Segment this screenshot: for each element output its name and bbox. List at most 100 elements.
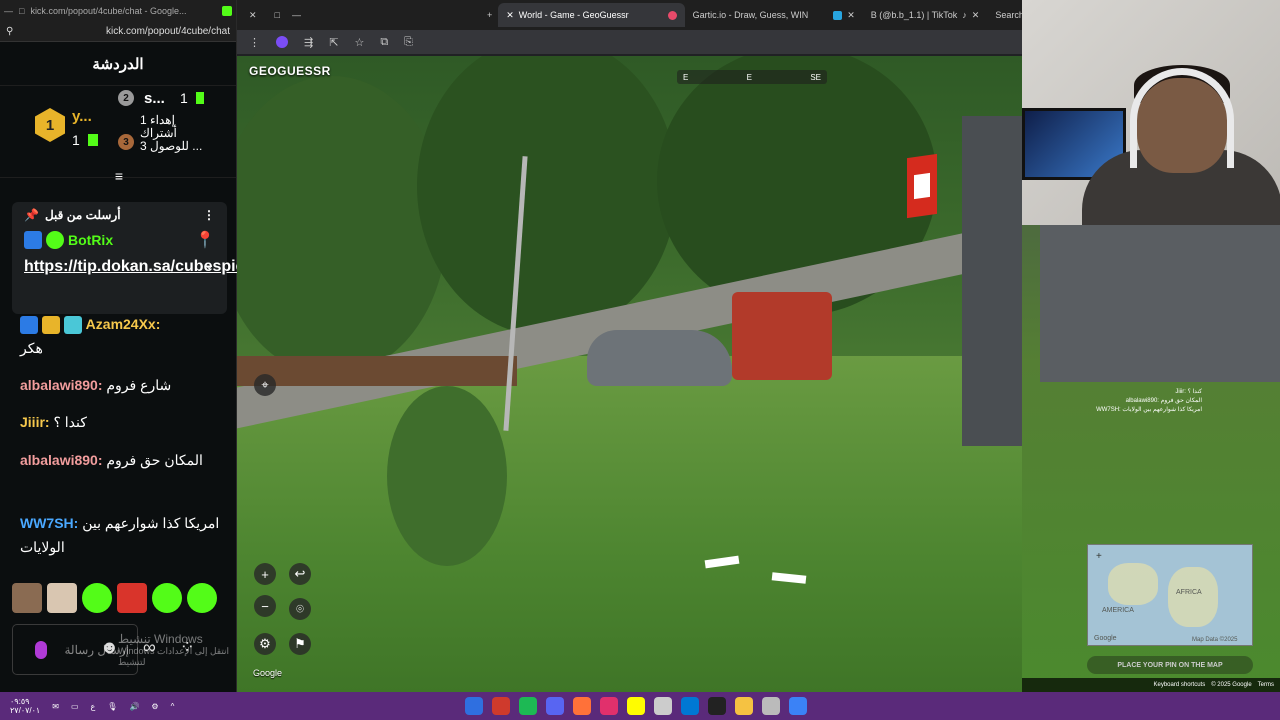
unpin-icon[interactable]: 📍	[195, 230, 215, 250]
return-to-start-icon[interactable]: ⌾	[289, 598, 311, 620]
map-pin-icon	[667, 10, 677, 20]
emote-green-3[interactable]	[187, 583, 217, 613]
rank-1-name[interactable]: y...	[72, 108, 92, 125]
compass-left: E	[683, 72, 689, 82]
language-indicator[interactable]: ع	[91, 702, 96, 711]
zoom-out-button[interactable]: −	[254, 595, 276, 617]
clapperboard-icon[interactable]	[708, 697, 726, 715]
emote-face-2[interactable]	[47, 583, 77, 613]
flowering-bush	[387, 386, 507, 566]
discord-icon[interactable]	[546, 697, 564, 715]
message-text: كندا ؟	[53, 414, 87, 430]
guess-minimap[interactable]: + AFRICA AMERICA Google Map Data ©2025	[1087, 544, 1253, 646]
close-window-icon[interactable]: ✕	[237, 10, 269, 21]
display-icon[interactable]: ▭	[71, 702, 79, 711]
clock[interactable]: ٠٩:٥٩ ٢٧/٠٧/٠١	[10, 697, 40, 715]
chat-address: kick.com/popout/4cube/chat	[106, 26, 230, 37]
tiktok-icon: ♪	[962, 10, 967, 20]
compass-mid: E	[746, 72, 752, 82]
site-info-icon[interactable]: ⚲	[6, 26, 13, 37]
file-explorer-icon[interactable]	[735, 697, 753, 715]
emote-green-1[interactable]	[82, 583, 112, 613]
verified-icon	[46, 231, 64, 249]
install-icon[interactable]: ⎘	[404, 36, 413, 49]
place-pin-button[interactable]: PLACE YOUR PIN ON THE MAP	[1087, 656, 1253, 674]
gift-icon	[196, 92, 204, 104]
settings-icon[interactable]: ⚙	[254, 633, 276, 655]
message-user[interactable]: Azam24Xx:	[86, 316, 161, 332]
minimize-icon[interactable]: —	[286, 10, 307, 20]
notifications-icon[interactable]: ✉	[52, 702, 59, 711]
bridge	[237, 356, 517, 386]
lawn	[237, 356, 1022, 692]
map-label-america: AMERICA	[1102, 607, 1134, 614]
network-icon[interactable]: ⚙	[151, 702, 158, 711]
emote-bar	[12, 583, 217, 613]
translate-icon[interactable]: ⧉	[380, 36, 388, 49]
share-icon[interactable]: ⇱	[329, 36, 338, 49]
emote-angry[interactable]	[117, 583, 147, 613]
snapchat-icon[interactable]	[627, 697, 645, 715]
message-user[interactable]: Jiiir:	[20, 414, 50, 430]
more-options-icon[interactable]: ⋮	[203, 208, 215, 222]
menu-icon[interactable]: ⋮	[249, 36, 260, 49]
new-tab-icon[interactable]: +	[307, 10, 498, 20]
message-user[interactable]: albalawi890:	[20, 377, 103, 393]
microphone-icon[interactable]	[35, 641, 47, 659]
map-landmass	[1108, 563, 1158, 605]
message-text: شارع فروم	[106, 377, 172, 393]
obs-icon[interactable]	[492, 697, 510, 715]
chat-address-bar[interactable]: ⚲ kick.com/popout/4cube/chat	[0, 22, 236, 42]
bookmark-star-icon[interactable]: ☆	[354, 36, 364, 49]
app-icon[interactable]	[762, 697, 780, 715]
tab-tiktok[interactable]: B (@b.b_1.1) | TikTok ♪ ✕	[863, 3, 988, 27]
start-icon[interactable]	[789, 697, 807, 715]
close-tab-icon[interactable]: ✕	[972, 10, 980, 21]
close-tab-icon[interactable]: ✕	[847, 10, 855, 21]
app-icon[interactable]	[654, 697, 672, 715]
streamer-webcam	[1022, 0, 1280, 225]
kick-icon	[222, 6, 232, 16]
minimap-zoom-in[interactable]: +	[1096, 551, 1102, 562]
zoom-in-button[interactable]: +	[254, 563, 276, 585]
maximize-icon[interactable]: □	[19, 6, 24, 16]
tab-gartic[interactable]: Gartic.io - Draw, Guess, WIN ✕	[685, 3, 863, 27]
terms-link[interactable]: Terms	[1258, 682, 1274, 688]
stream-chat-overlay: Jiiir: كندا ؟ albalawi890: المكان حق فرو…	[1092, 388, 1202, 415]
keyboard-shortcuts-link[interactable]: Keyboard shortcuts	[1154, 682, 1206, 688]
emote-green-2[interactable]	[152, 583, 182, 613]
rank-1-count: 1	[72, 132, 80, 148]
microphone-icon[interactable]: 🎙	[107, 702, 117, 711]
minimize-icon[interactable]: —	[4, 6, 13, 16]
rank-2-name[interactable]: s...	[144, 90, 165, 107]
show-hidden-icons[interactable]: ^	[171, 702, 175, 711]
edge-icon[interactable]	[681, 697, 699, 715]
location-pin-icon[interactable]: ⌖	[254, 374, 276, 396]
tab-label: B (@b.b_1.1) | TikTok	[870, 10, 958, 20]
emote-face-1[interactable]	[12, 583, 42, 613]
chrome-icon[interactable]	[465, 697, 483, 715]
message-user[interactable]: WW7SH:	[20, 515, 78, 531]
pinned-link[interactable]: https://tip.dokan.sa/cubespicy8...	[24, 254, 276, 279]
watermark-sub: Windows انتقل إلى الإعدادات لتنشيط	[118, 646, 230, 667]
instagram-icon[interactable]	[600, 697, 618, 715]
overlay-line: Jiiir: كندا ؟	[1175, 389, 1202, 395]
emoji-icon[interactable]: ☻	[100, 637, 119, 658]
collapse-leaderboard-icon[interactable]: ≡	[110, 168, 128, 184]
streetview-panorama[interactable]: GEOGUESSR E E SE ⌖ + − ↩ ⌾ ⚙ ⚑ Google	[237, 56, 1022, 692]
restore-icon[interactable]: □	[269, 10, 286, 20]
close-tab-icon[interactable]: ✕	[506, 10, 514, 21]
undo-move-icon[interactable]: ↩	[289, 563, 311, 585]
tab-geoguessr[interactable]: ✕ World - Game - GeoGuessr	[498, 3, 685, 27]
chevron-down-icon[interactable]: ⌄	[203, 256, 215, 273]
spotify-icon[interactable]	[519, 697, 537, 715]
firefox-icon[interactable]	[573, 697, 591, 715]
message-user[interactable]: albalawi890:	[20, 452, 103, 468]
pinned-bot-name[interactable]: BotRix	[68, 232, 113, 248]
pinned-author: BotRix 📍	[24, 230, 215, 250]
extension-icon[interactable]: ⇶	[304, 36, 313, 49]
message-text: المكان حق فروم	[106, 452, 203, 468]
flag-icon[interactable]: ⚑	[289, 633, 311, 655]
profile-icon[interactable]	[276, 36, 288, 48]
volume-icon[interactable]: 🔊	[129, 702, 139, 711]
